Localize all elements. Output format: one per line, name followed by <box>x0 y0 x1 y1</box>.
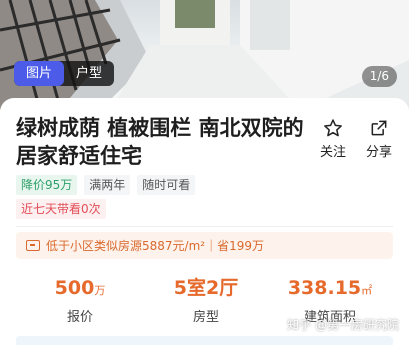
price-comparison-banner[interactable]: 低于小区类似房源5887元/m²｜省199万 <box>16 232 393 259</box>
stat-layout: 5室2厅 房型 <box>138 276 274 325</box>
price-comparison-text: 低于小区类似房源5887元/m²｜省199万 <box>46 239 264 253</box>
follow-button[interactable]: 关注 <box>316 118 350 160</box>
recent-visits-tag: 近七天带看0次 <box>16 199 106 219</box>
listing-card: 绿树成荫 植被围栏 南北双院的居家舒适住宅 关注 分享 降价95万 满两年 随时… <box>0 98 409 345</box>
listing-photo[interactable]: 图片 户型 1/6 <box>0 0 409 110</box>
stat-price: 500万 报价 <box>12 276 148 325</box>
stat-price-value: 500 <box>54 277 95 299</box>
stat-area-value: 338.15 <box>287 277 362 299</box>
stat-price-unit: 万 <box>94 284 106 297</box>
viewing-anytime-tag: 随时可看 <box>137 175 196 195</box>
follow-label: 关注 <box>319 145 346 160</box>
star-icon <box>316 118 350 138</box>
watermark: 知乎 @第一房研究院 <box>287 318 399 332</box>
media-type-tabs: 图片 户型 <box>14 61 115 86</box>
stat-layout-value: 5室2厅 <box>173 277 239 299</box>
share-label: 分享 <box>365 145 392 160</box>
price-tag-icon <box>26 240 40 251</box>
listing-tags: 降价95万 满两年 随时可看 <box>16 175 196 195</box>
tab-photos[interactable]: 图片 <box>14 61 65 86</box>
share-button[interactable]: 分享 <box>362 118 396 160</box>
info-bar <box>16 336 393 345</box>
stat-layout-label: 房型 <box>192 310 219 325</box>
listing-title: 绿树成荫 植被围栏 南北双院的居家舒适住宅 <box>16 116 304 168</box>
stat-price-label: 报价 <box>66 310 93 325</box>
hallway-photo <box>0 0 409 110</box>
divider <box>16 226 393 227</box>
photo-counter: 1/6 <box>361 66 397 87</box>
price-drop-tag: 降价95万 <box>16 175 78 195</box>
two-years-tag: 满两年 <box>84 175 131 195</box>
tab-floorplan[interactable]: 户型 <box>64 61 114 86</box>
stat-area-unit: ㎡ <box>361 284 373 297</box>
share-icon <box>362 118 396 138</box>
